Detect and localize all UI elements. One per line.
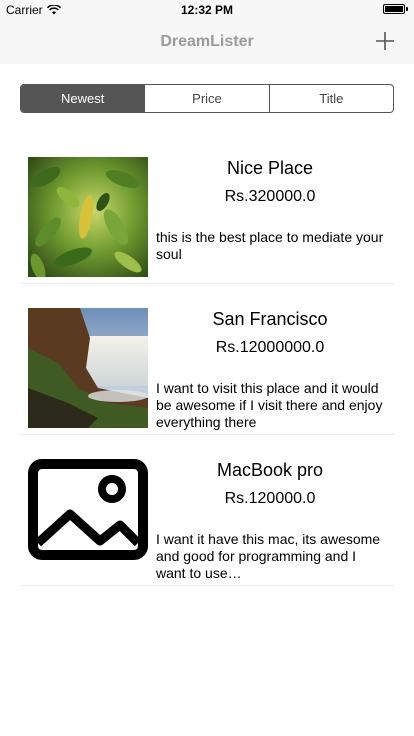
row-separator: [20, 585, 394, 586]
navigation-bar: DreamLister: [0, 20, 414, 64]
segment-newest[interactable]: Newest: [21, 85, 145, 112]
item-description: I want to visit this place and it would …: [156, 380, 383, 430]
status-time: 12:32 PM: [180, 3, 234, 17]
item-price: Rs.120000.0: [224, 490, 316, 507]
item-price: Rs.12000000.0: [215, 339, 325, 356]
list-item[interactable]: Nice Place Rs.320000.0 this is the best …: [0, 133, 414, 284]
item-description: this is the best place to mediate your s…: [156, 229, 384, 262]
list-item[interactable]: San Francisco Rs.12000000.0 I want to vi…: [0, 284, 414, 435]
item-price: Rs.320000.0: [224, 188, 316, 205]
waterfall-photo: [28, 308, 148, 428]
page-title: DreamLister: [160, 33, 254, 50]
item-title: San Francisco: [212, 309, 328, 329]
item-title: MacBook pro: [216, 460, 324, 480]
leaves-photo: [28, 157, 148, 277]
sort-segmented-control: Newest Price Title: [20, 84, 394, 113]
segment-price[interactable]: Price: [144, 85, 268, 112]
plus-icon[interactable]: [374, 30, 396, 52]
status-bar: Carrier 12:32 PM: [0, 0, 414, 20]
battery-icon: [383, 4, 408, 14]
item-list: Nice Place Rs.320000.0 this is the best …: [0, 133, 414, 586]
segment-title[interactable]: Title: [268, 85, 393, 112]
image-placeholder-icon: [28, 459, 148, 579]
item-title: Nice Place: [226, 158, 314, 178]
item-description: I want it have this mac, its awesome and…: [156, 531, 381, 581]
list-item[interactable]: MacBook pro Rs.120000.0 I want it have t…: [0, 435, 414, 586]
